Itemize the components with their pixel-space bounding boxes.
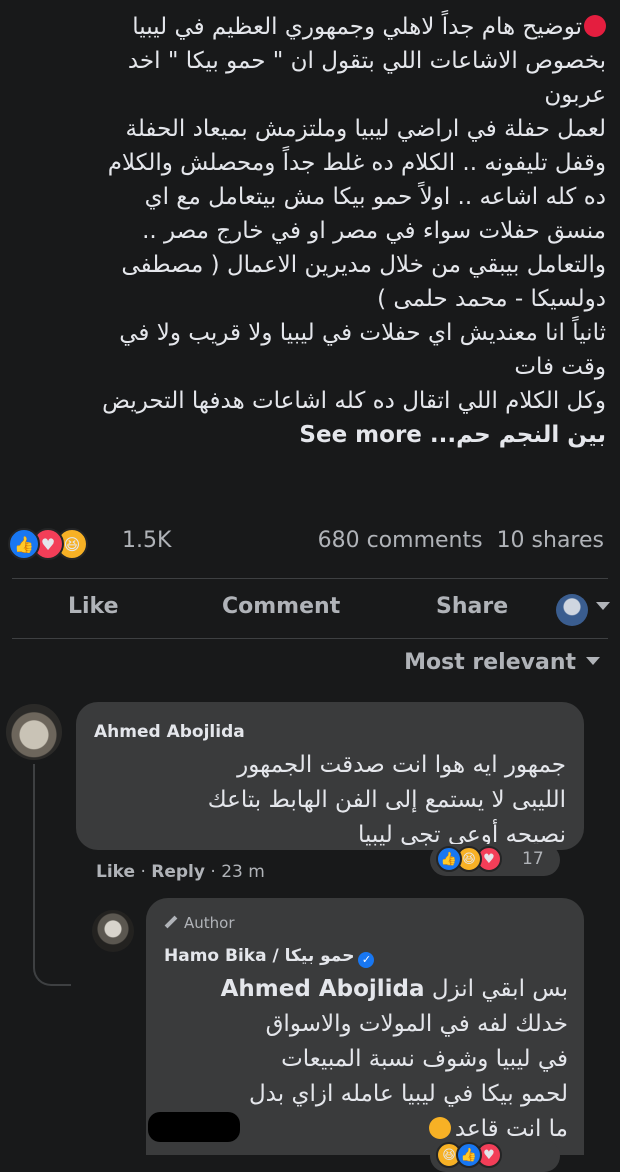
share-button[interactable]: Share <box>436 594 508 619</box>
shares-count[interactable]: 10 shares <box>497 528 604 553</box>
previous-content-edge <box>0 0 60 8</box>
avatar[interactable] <box>6 704 62 760</box>
comment-reactions[interactable]: 👍 😆 ♥ 17 <box>430 844 570 878</box>
post-line: ثانياً انا معنديش اي حفلات في ليبيا ولا … <box>119 320 606 346</box>
divider <box>12 638 608 639</box>
divider <box>12 578 608 579</box>
post-stats: 👍 ♥ 😆 1.5K 680 comments 10 shares <box>0 520 620 566</box>
post-line: عربون <box>544 82 606 108</box>
pencil-icon <box>164 915 178 929</box>
page-avatar[interactable] <box>556 594 588 626</box>
post-line: وقفل تليفونه .. الكلام ده غلط جداً ومحصل… <box>107 150 606 176</box>
red-circle-icon <box>584 15 606 37</box>
comment-reply-link[interactable]: Reply <box>151 862 205 882</box>
post-line: دولسيكا - محمد حلمى ) <box>377 286 606 312</box>
chevron-down-icon[interactable] <box>596 602 610 610</box>
author-badge: Author <box>164 914 235 932</box>
post-line: ده كله اشاعه .. اولاً حمو بيكا مش بيتعام… <box>144 184 606 210</box>
reply-first-line: بس ابقي انزل <box>431 976 568 1002</box>
reply-text: بس ابقي انزل Ahmed Abojlida خدلك لفه في … <box>220 976 568 1142</box>
post-line: توضيح هام جداً لاهلي وجمهوري العظيم في ل… <box>14 10 606 44</box>
mention-link[interactable]: Ahmed Abojlida <box>221 976 425 1002</box>
thread-connector <box>33 946 71 986</box>
comments-count[interactable]: 680 comments <box>318 528 483 553</box>
post-line: لعمل حفلة في اراضي ليبيا وملتزمش بميعاد … <box>125 116 606 142</box>
laughing-emoji-icon <box>428 1117 451 1139</box>
post-text: توضيح هام جداً لاهلي وجمهوري العظيم في ل… <box>14 10 606 452</box>
verified-badge-icon: ✓ <box>358 952 375 968</box>
comment-sort-dropdown[interactable]: Most relevant <box>404 650 600 675</box>
avatar[interactable] <box>92 910 134 952</box>
post-line: بخصوص الاشاعات اللي بتقول ان " حمو بيكا … <box>127 48 606 74</box>
comment-button[interactable]: Comment <box>222 594 340 619</box>
comment-meta: Like · Reply · 23 m <box>96 862 265 882</box>
like-reaction-icon: 👍 <box>436 846 462 872</box>
like-reaction-icon: 👍 <box>456 1142 482 1168</box>
reply-author[interactable]: Hamo Bika / حمو بيكا ✓ <box>164 946 375 968</box>
redaction-box <box>148 1112 240 1142</box>
reaction-count[interactable]: 1.5K <box>122 528 171 553</box>
see-more-link[interactable]: See more <box>299 422 421 448</box>
comment-text: جمهور ايه هوا انت صدقت الجمهور الليبى لا… <box>207 752 566 848</box>
like-reaction-icon: 👍 <box>8 528 40 560</box>
reply-reactions[interactable]: 😆 👍 ♥ <box>430 1140 570 1172</box>
like-button[interactable]: Like <box>68 594 119 619</box>
post-line: وقت فات <box>514 354 606 380</box>
chevron-down-icon <box>586 657 600 665</box>
thread-line <box>33 764 35 948</box>
comment-author[interactable]: Ahmed Abojlida <box>94 722 245 742</box>
post-line: بين النجم حم... See more <box>299 422 606 448</box>
comment-bubble: Ahmed Abojlida جمهور ايه هوا انت صدقت ال… <box>76 702 584 850</box>
post-line: والتعامل بيبقي من خلال مديرين الاعمال ( … <box>121 252 606 278</box>
post-line: منسق حفلات سواء في مصر او في خارج مصر .. <box>142 218 606 244</box>
comment-like-link[interactable]: Like <box>96 862 135 882</box>
post-line: وكل الكلام اللي اتقال ده كله اشاعات هدفه… <box>102 388 606 414</box>
post-actions: Like Comment Share <box>0 588 620 634</box>
comment-reaction-count: 17 <box>522 849 544 869</box>
comment-share-stats: 680 comments 10 shares <box>318 528 604 553</box>
comment-time[interactable]: 23 m <box>221 862 265 882</box>
